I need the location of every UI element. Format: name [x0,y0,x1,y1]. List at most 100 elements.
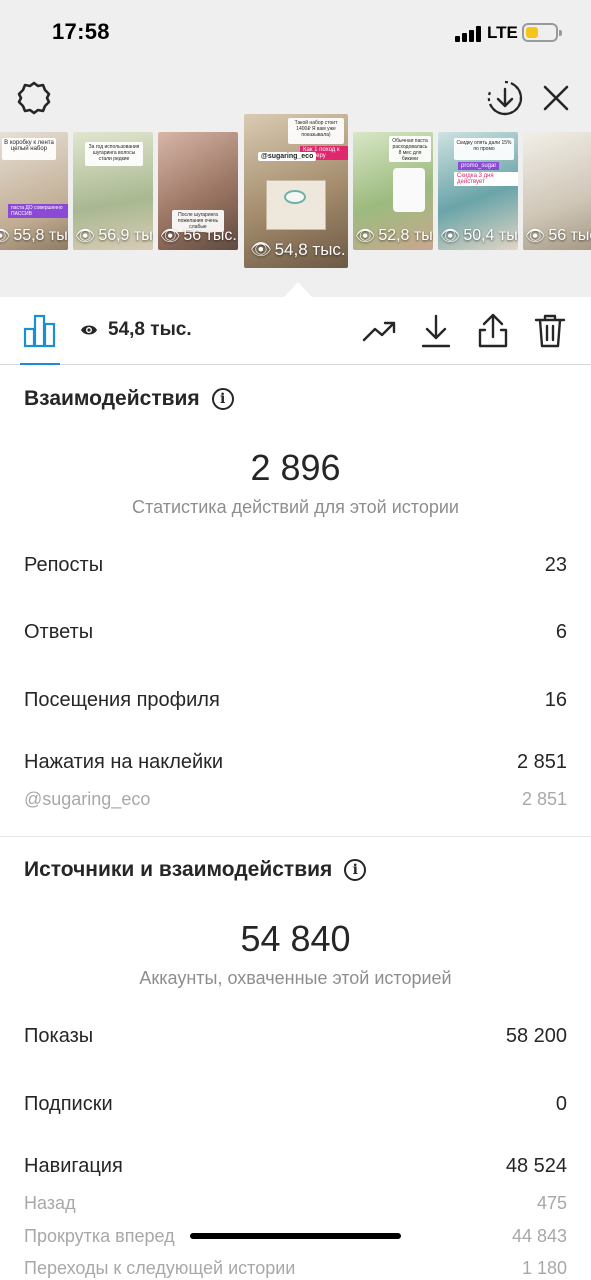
delete-button[interactable] [530,311,570,351]
story-views: 👁52,8 тыс. [355,227,433,245]
info-icon[interactable]: i [211,388,234,410]
story-caption-card: Такой набор стоит 1400₽ Я вам уже показы… [288,118,344,144]
metric-value: 6 [555,621,567,643]
network-label: LTE [487,23,518,42]
story-views: 👁56,9 тыс. [75,227,153,245]
views-count: 54,8 тыс. [108,319,192,340]
metric-value: 44 843 [511,1226,567,1246]
story-views: 👁56 тыс. [525,227,591,245]
story-views: 👁55,8 тыс. [0,226,68,246]
story-caption-card: В коробку к лента целый набор [2,138,56,160]
metric-label: Навигация [24,1155,123,1177]
metric-label: @sugaring_eco [24,789,151,809]
story-strip-area: В коробку к лента целый набор паста ДО с… [0,66,591,297]
eye-icon: 👁 [440,228,461,245]
metric-row: Репосты 23 [24,554,567,577]
eye-icon: 👁 [250,240,272,259]
download-icon [421,314,451,348]
home-indicator[interactable] [190,1233,401,1239]
story-sticker: Скидка 3 дня действует [454,172,518,186]
metric-label: Прокрутка вперед [24,1226,175,1246]
reach-caption: Аккаунты, охваченные этой историей [139,968,452,988]
story-caption-card: За год использования шугаринга волосы ст… [85,142,143,166]
insights-tab[interactable] [20,311,60,351]
interactions-section-title: Взаимодействия i [24,387,234,411]
active-tab-indicator [20,363,60,365]
metric-sub-row: @sugaring_eco 2 851 [24,789,567,810]
jar-shape [393,168,425,212]
selection-pointer [284,282,312,297]
save-story-button[interactable] [485,78,525,118]
metric-sub-row: Переходы к следующей истории 1 180 [24,1258,567,1279]
promote-button[interactable] [360,311,400,351]
metric-value: 2 851 [521,789,567,809]
metric-row: Навигация 48 524 [24,1155,567,1178]
discovery-section-title: Источники и взаимодействия i [24,858,367,882]
close-button[interactable] [536,78,576,118]
views-summary: 54,8 тыс. [80,319,192,341]
story-thumbnail[interactable]: После шугаринга пожелания очень слабые 👁… [158,132,238,250]
story-views: 👁56 тыс. [160,227,237,245]
metric-value: 48 524 [505,1155,567,1177]
story-views: 👁50,4 тыс. [440,227,518,245]
story-caption-card: Скидку опять дали 15% по промо [454,138,514,160]
eye-icon: 👁 [160,228,181,245]
gear-icon [17,81,51,115]
share-button[interactable] [473,311,513,351]
download-circle-icon [487,80,523,116]
story-caption-card: Обычная паста расходовалась 8 мес для би… [389,136,431,162]
metric-label: Репосты [24,554,104,576]
metric-row: Ответы 6 [24,621,567,644]
status-time: 17:58 [52,19,110,44]
metric-label: Подписки [24,1093,113,1115]
story-thumbnail[interactable]: За год использования шугаринга волосы ст… [73,132,153,250]
download-button[interactable] [416,311,456,351]
settings-button[interactable] [14,78,54,118]
story-thumbnail[interactable]: В коробку к лента целый набор паста ДО с… [0,132,68,250]
story-sticker: promo_sugar [458,162,500,170]
section-divider [0,836,591,837]
metric-value: 1 180 [521,1258,567,1278]
metric-value: 16 [544,689,567,711]
metric-value: 23 [544,554,567,576]
story-thumbnail[interactable]: Скидку опять дали 15% по промо promo_sug… [438,132,518,250]
metric-label: Показы [24,1025,94,1047]
status-bar: 17:58 LTE [0,0,591,66]
metric-label: Назад [24,1193,76,1213]
eye-icon: 👁 [355,228,376,245]
metric-label: Ответы [24,621,94,643]
story-sticker: паста ДО совершенно ПАССИВ [8,204,68,218]
eye-icon: 👁 [0,228,11,245]
metric-label: Посещения профиля [24,689,220,711]
bar-chart-icon [23,314,56,348]
metric-label: Нажатия на наклейки [24,751,224,773]
share-icon [478,313,508,348]
metric-value: 475 [536,1193,567,1213]
battery-icon [522,23,562,42]
close-icon [543,85,569,111]
story-toolbar: 54,8 тыс. [0,297,591,365]
metric-row: Посещения профиля 16 [24,689,567,712]
metric-row: Нажатия на наклейки 2 851 [24,751,567,774]
jar-shape [284,190,306,204]
metric-value: 58 200 [505,1025,567,1047]
eye-icon [81,325,97,335]
metric-sub-row: Назад 475 [24,1193,567,1214]
mention-sticker: @sugaring_eco [258,152,317,161]
metric-row: Показы 58 200 [24,1025,567,1048]
reach-total: 54 840 [240,918,351,959]
trash-icon [534,314,566,348]
story-thumbnail-selected[interactable]: Такой набор стоит 1400₽ Я вам уже показы… [244,114,348,268]
trending-up-icon [362,321,396,342]
metric-value: 0 [555,1093,567,1115]
eye-icon: 👁 [75,228,96,245]
info-icon[interactable]: i [344,859,367,881]
signal-icon [455,26,481,42]
metric-label: Переходы к следующей истории [24,1258,296,1278]
eye-icon: 👁 [525,228,546,245]
metric-value: 2 851 [516,751,567,773]
interactions-caption: Статистика действий для этой истории [132,497,459,517]
story-thumbnail[interactable]: 👁56 тыс. [523,132,591,250]
story-thumbnail[interactable]: Обычная паста расходовалась 8 мес для би… [353,132,433,250]
story-views: 👁 54,8 тыс. [250,240,346,259]
